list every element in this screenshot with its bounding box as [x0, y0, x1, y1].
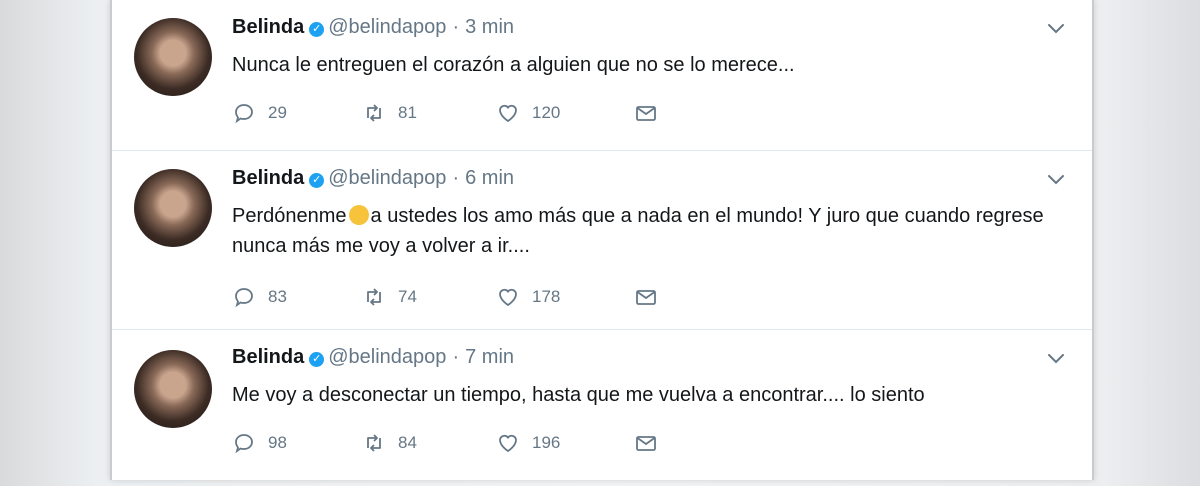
direct-message-button[interactable]	[634, 285, 658, 309]
envelope-icon	[636, 290, 656, 305]
reply-button[interactable]: 83	[232, 285, 287, 309]
chevron-down-icon[interactable]	[1046, 18, 1066, 38]
retweet-icon	[367, 104, 381, 122]
retweet-button[interactable]: 84	[362, 431, 417, 455]
reply-icon	[235, 288, 253, 308]
chevron-down-icon[interactable]	[1046, 169, 1066, 189]
user-handle[interactable]: @belindapop	[328, 346, 446, 368]
reply-count: 29	[268, 103, 287, 122]
tweet[interactable]: Belinda ✓ @belindapop · 7 min Me voy a desco…	[112, 330, 1092, 480]
display-name[interactable]: Belinda	[232, 167, 304, 189]
timestamp[interactable]: 6 min	[465, 167, 514, 189]
tweet-timeline: Belinda ✓ @belindapop · 3 min Nunca le entre…	[110, 0, 1094, 480]
avatar[interactable]	[134, 350, 212, 428]
reply-button[interactable]: 98	[232, 431, 287, 455]
direct-message-button[interactable]	[634, 431, 658, 455]
heart-icon	[499, 288, 517, 307]
direct-message-button[interactable]	[634, 101, 658, 125]
heart-icon	[499, 104, 517, 123]
avatar[interactable]	[134, 169, 212, 247]
like-count: 178	[532, 287, 561, 306]
tweet-text: Me voy a desconectar un tiempo, hasta qu…	[232, 384, 925, 406]
timestamp[interactable]: 7 min	[465, 346, 514, 368]
chevron-down-icon[interactable]	[1046, 348, 1066, 368]
envelope-icon	[636, 436, 656, 451]
verified-badge-icon: ✓	[309, 22, 325, 37]
reply-icon	[235, 104, 253, 124]
crying-face-emoji	[348, 205, 369, 225]
tweet-header: Belinda ✓ @belindapop · 6 min	[232, 167, 514, 190]
retweet-icon	[367, 434, 381, 452]
envelope-icon	[636, 106, 656, 121]
retweet-button[interactable]: 81	[362, 101, 417, 125]
tweet-header: Belinda ✓ @belindapop · 3 min	[232, 16, 514, 39]
reply-icon	[235, 434, 253, 454]
like-button[interactable]: 196	[496, 431, 560, 455]
tweet[interactable]: Belinda ✓ @belindapop · 3 min Nunca le entre…	[112, 0, 1092, 151]
retweet-count: 84	[398, 433, 417, 452]
display-name[interactable]: Belinda	[232, 346, 304, 368]
reply-button[interactable]: 29	[232, 101, 287, 125]
tweet-text: Perdónenme a ustedes los amo más que a na…	[232, 201, 1072, 261]
retweet-count: 74	[398, 287, 417, 306]
display-name[interactable]: Belinda	[232, 16, 304, 38]
user-handle[interactable]: @belindapop	[328, 167, 446, 189]
reply-count: 98	[268, 433, 287, 452]
retweet-icon	[367, 288, 381, 306]
avatar[interactable]	[134, 18, 212, 96]
separator: ·	[452, 346, 460, 368]
like-count: 196	[532, 433, 561, 452]
retweet-count: 81	[398, 103, 417, 122]
reply-count: 83	[268, 287, 287, 306]
like-count: 120	[532, 103, 561, 122]
heart-icon	[499, 434, 517, 453]
timestamp[interactable]: 3 min	[465, 16, 514, 38]
verified-badge-icon: ✓	[309, 173, 325, 188]
like-button[interactable]: 120	[496, 101, 560, 125]
retweet-button[interactable]: 74	[362, 285, 417, 309]
tweet-header: Belinda ✓ @belindapop · 7 min	[232, 346, 514, 369]
tweet-text-part: Perdónenme	[232, 205, 347, 227]
like-button[interactable]: 178	[496, 285, 560, 309]
separator: ·	[452, 16, 460, 38]
tweet[interactable]: Belinda ✓ @belindapop · 6 min Perdónenme a us…	[112, 151, 1092, 330]
separator: ·	[452, 167, 460, 189]
verified-badge-icon: ✓	[309, 352, 325, 367]
tweet-text: Nunca le entreguen el corazón a alguien …	[232, 54, 795, 76]
user-handle[interactable]: @belindapop	[328, 16, 446, 38]
